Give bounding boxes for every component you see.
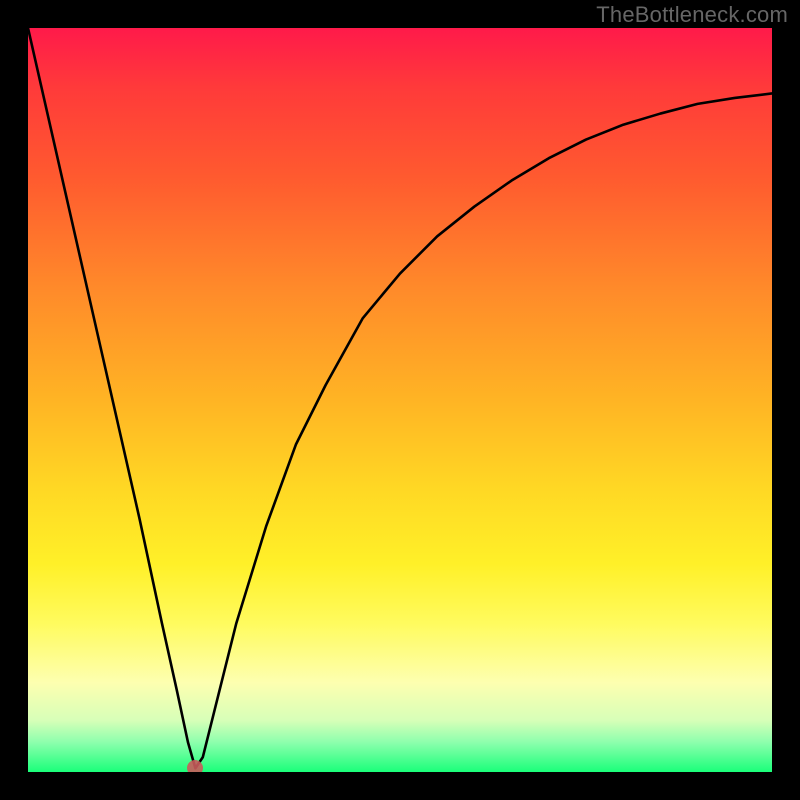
attribution-label: TheBottleneck.com — [596, 2, 788, 28]
minimum-marker-icon — [187, 760, 203, 772]
plot-area — [28, 28, 772, 772]
bottleneck-curve — [28, 28, 772, 772]
chart-frame: TheBottleneck.com — [0, 0, 800, 800]
